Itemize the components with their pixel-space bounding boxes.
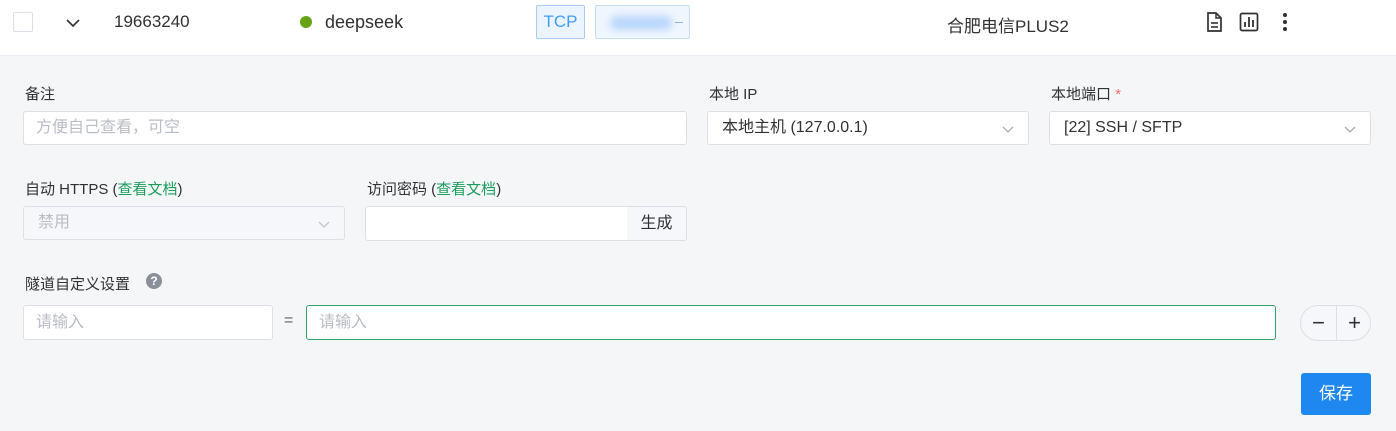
local-port-label-text: 本地端口: [1051, 86, 1112, 103]
auto-https-docs-link[interactable]: 查看文档: [118, 181, 178, 198]
local-ip-value: 本地主机 (127.0.0.1): [722, 119, 868, 136]
more-vertical-icon[interactable]: [1274, 11, 1296, 33]
remark-input[interactable]: [23, 111, 687, 145]
generate-password-button[interactable]: 生成: [627, 206, 687, 241]
redacted-blur: [610, 16, 672, 30]
access-password-label-text: 访问密码 (: [367, 181, 437, 198]
local-port-select[interactable]: [22] SSH / SFTP: [1049, 111, 1371, 145]
redacted-trail: [675, 22, 683, 23]
tunnel-id: 19663240: [114, 12, 190, 31]
auto-https-label-text: 自动 HTTPS (: [25, 181, 118, 198]
redacted-address-tag: [595, 5, 690, 39]
protocol-tag: TCP: [536, 5, 585, 39]
local-ip-label: 本地 IP: [709, 86, 758, 103]
status-dot: [300, 16, 312, 28]
remark-label: 备注: [25, 86, 56, 103]
tunnel-name: deepseek: [325, 12, 404, 32]
chevron-down-icon: [318, 221, 330, 228]
chevron-down-icon: [1002, 126, 1014, 133]
auto-https-value: 禁用: [38, 214, 71, 231]
chevron-down-icon: [1344, 126, 1356, 133]
save-button[interactable]: 保存: [1301, 373, 1371, 415]
access-password-label-end: ): [496, 181, 502, 198]
auto-https-label-end: ): [177, 181, 183, 198]
access-password-label: 访问密码 (查看文档): [367, 178, 501, 199]
auto-https-select: 禁用: [23, 206, 345, 240]
equals-sign: =: [284, 312, 294, 329]
row-select-checkbox[interactable]: [13, 12, 33, 32]
chart-icon[interactable]: [1238, 11, 1260, 33]
required-mark: *: [1115, 86, 1122, 103]
help-icon[interactable]: ?: [146, 273, 162, 289]
node-name: 合肥电信PLUS2: [947, 17, 1069, 36]
access-password-input[interactable]: [365, 206, 628, 241]
custom-settings-label: 隧道自定义设置: [25, 276, 131, 293]
chevron-down-icon[interactable]: [64, 14, 82, 32]
local-port-value: [22] SSH / SFTP: [1064, 119, 1183, 136]
custom-value-input[interactable]: [306, 305, 1276, 340]
local-ip-select[interactable]: 本地主机 (127.0.0.1): [707, 111, 1029, 145]
custom-setting-stepper: − +: [1300, 305, 1371, 341]
document-icon[interactable]: [1203, 11, 1225, 33]
remove-setting-button[interactable]: −: [1301, 306, 1336, 340]
tunnel-row: 19663240 deepseek TCP 合肥电信PLUS2: [0, 0, 1396, 56]
auto-https-label: 自动 HTTPS (查看文档): [25, 178, 183, 199]
custom-key-input[interactable]: [23, 305, 273, 340]
local-port-label: 本地端口 *: [1051, 83, 1121, 104]
add-setting-button[interactable]: +: [1337, 306, 1372, 340]
access-password-docs-link[interactable]: 查看文档: [436, 181, 496, 198]
